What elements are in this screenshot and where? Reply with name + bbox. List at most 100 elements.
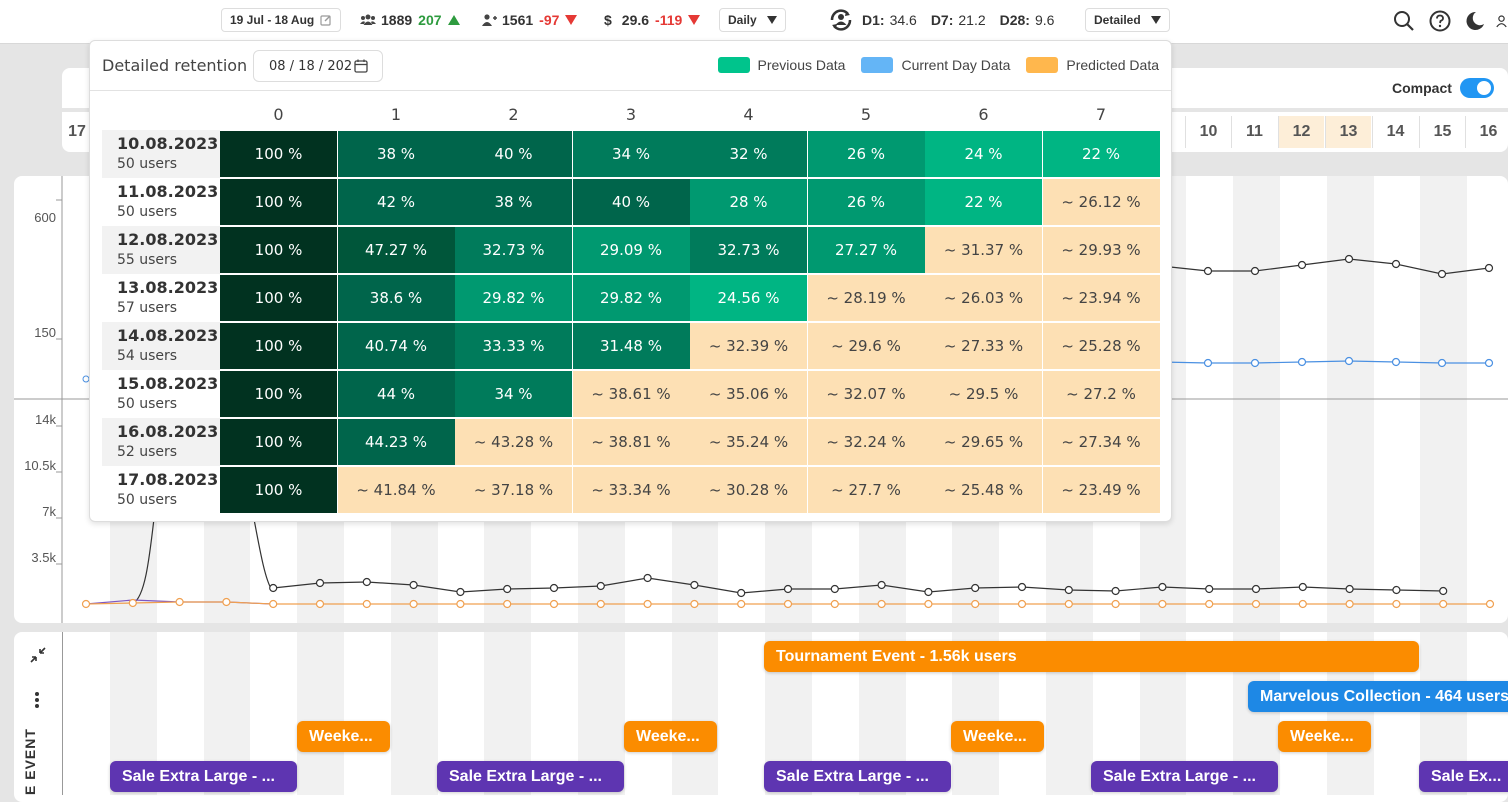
- day-tab[interactable]: 10: [1185, 116, 1231, 148]
- event-bar-purple[interactable]: Sale Extra Large - ...: [437, 761, 624, 792]
- retention-cell-predicted: ~ 37.18 %: [455, 467, 572, 513]
- series-bottom-orange-point: [456, 599, 465, 609]
- cohort-row-label: 14.08.2023 54 users: [102, 322, 220, 370]
- series-bottom-orange-point: [596, 599, 605, 609]
- cohort-row-label: 12.08.2023 55 users: [102, 226, 220, 274]
- profile-button[interactable]: [1495, 8, 1508, 34]
- retention-cell: 34 %: [455, 371, 572, 417]
- series-bottom-orange-point: [830, 599, 839, 609]
- series-bottom-black-point: [456, 587, 465, 597]
- trend-down-icon: [565, 15, 578, 25]
- series-bottom-orange-point: [128, 598, 137, 608]
- revenue-stat: $ 29.6 -119: [604, 8, 701, 32]
- retention-cell: 100 %: [220, 131, 337, 177]
- retention-cell-predicted: ~ 33.34 %: [572, 467, 690, 513]
- more-vertical-icon: [35, 692, 39, 708]
- collapse-button[interactable]: [28, 645, 48, 670]
- dark-mode-toggle[interactable]: [1462, 8, 1488, 34]
- events-axis: [62, 632, 63, 795]
- series-bottom-black-point: [503, 584, 512, 594]
- series-bottom-orange-point: [1064, 599, 1073, 609]
- retention-cell-predicted: ~ 27.34 %: [1042, 419, 1160, 465]
- series-bottom-black-point: [1439, 586, 1448, 596]
- users-icon: [360, 14, 376, 25]
- series-bottom-black-point: [269, 583, 278, 593]
- caret-down-icon: [1150, 16, 1161, 24]
- day-tab[interactable]: 16: [1465, 116, 1508, 148]
- event-bar-blue[interactable]: Marvelous Collection - 464 users: [1248, 681, 1508, 712]
- cohort-row-label: 15.08.2023 50 users: [102, 370, 220, 418]
- retention-cell-predicted: ~ 32.07 %: [807, 371, 925, 417]
- column-stripe: [390, 632, 438, 795]
- retention-date-input[interactable]: 08 / 18 / 202: [253, 50, 383, 82]
- series-bottom-orange-point: [362, 599, 371, 609]
- axis-tick-label: 7k: [42, 504, 56, 519]
- retention-cell: 31.48 %: [572, 323, 690, 369]
- series-bottom-black-point: [409, 580, 418, 590]
- retention-cell: 29.82 %: [572, 275, 690, 321]
- retention-cell-predicted: ~ 35.06 %: [690, 371, 807, 417]
- calendar-icon[interactable]: [354, 59, 368, 73]
- series-bottom-orange-point: [222, 597, 231, 607]
- series-bottom-orange-point: [409, 599, 418, 609]
- retention-cell: 47.27 %: [337, 227, 455, 273]
- retention-cell-predicted: ~ 25.28 %: [1042, 323, 1160, 369]
- legend-item-previous: Previous Data: [717, 57, 845, 73]
- series-bottom-black-point: [315, 578, 325, 588]
- granularity-select[interactable]: Daily: [719, 8, 786, 32]
- dollar-icon: $: [604, 12, 612, 28]
- series-bottom-black-point: [1205, 584, 1214, 594]
- series-top-blue-point: [1203, 358, 1213, 368]
- day-tab[interactable]: 17: [62, 116, 92, 148]
- series-bottom-orange-point: [1205, 599, 1214, 609]
- column-header: 6: [978, 105, 989, 124]
- retention-cell: 42 %: [337, 179, 455, 225]
- event-bar-purple[interactable]: Sale Extra Large - ...: [1091, 761, 1278, 792]
- day-tab[interactable]: 11: [1231, 116, 1277, 148]
- retention-cell: 33.33 %: [455, 323, 572, 369]
- column-stripe: [297, 632, 344, 795]
- help-button[interactable]: [1427, 8, 1453, 34]
- series-bottom-black-point: [971, 583, 980, 593]
- series-bottom-orange-point: [1158, 599, 1167, 609]
- event-bar-orange[interactable]: Weeke...: [951, 721, 1044, 752]
- retention-cell: 100 %: [220, 275, 337, 321]
- date-range-button[interactable]: 19 Jul - 18 Aug: [221, 8, 342, 32]
- more-options-button[interactable]: [33, 690, 41, 715]
- series-bottom-orange-point: [877, 599, 886, 609]
- retention-cell: 22 %: [1042, 131, 1160, 177]
- search-button[interactable]: [1391, 8, 1417, 34]
- retention-mode-select[interactable]: Detailed: [1085, 8, 1170, 32]
- day-tab[interactable]: 13: [1325, 116, 1371, 148]
- cohort-row-label: 11.08.2023 50 users: [102, 178, 220, 226]
- event-bar-purple[interactable]: Sale Extra Large - ...: [110, 761, 297, 792]
- series-bottom-black-point: [1251, 584, 1261, 594]
- compact-toggle[interactable]: Compact: [1392, 78, 1494, 98]
- caret-down-icon: [766, 16, 777, 24]
- retention-cell: 29.82 %: [455, 275, 572, 321]
- day-tab[interactable]: 12: [1278, 116, 1324, 148]
- event-bar-orange[interactable]: Tournament Event - 1.56k users: [764, 641, 1419, 672]
- series-bottom-orange-point: [503, 599, 512, 609]
- column-header: 4: [743, 105, 754, 124]
- day-tab[interactable]: 14: [1372, 116, 1418, 148]
- series-top-blue-point: [1250, 358, 1260, 368]
- column-header: 3: [625, 105, 637, 124]
- retention-cell-predicted: ~ 32.39 %: [690, 323, 807, 369]
- collapse-icon: [30, 647, 46, 663]
- series-top-black-point: [1203, 266, 1213, 276]
- event-bar-purple[interactable]: Sale Extra Large - ...: [764, 761, 951, 792]
- retention-cell-predicted: ~ 38.61 %: [572, 371, 690, 417]
- day-tab[interactable]: 15: [1419, 116, 1465, 148]
- series-bottom-orange-point: [971, 599, 980, 609]
- cohort-row-label: 10.08.2023 50 users: [102, 130, 220, 178]
- toggle-switch[interactable]: [1459, 78, 1494, 98]
- event-bar-orange[interactable]: Weeke...: [624, 721, 717, 752]
- series-top-black-point: [1484, 263, 1494, 273]
- events-section-label: E EVENT: [22, 728, 38, 795]
- event-bar-orange[interactable]: Weeke...: [297, 721, 390, 752]
- event-bar-purple[interactable]: Sale Ex...: [1419, 761, 1508, 792]
- retention-icon: [830, 9, 852, 31]
- event-bar-orange[interactable]: Weeke...: [1278, 721, 1371, 752]
- retention-stat: D1: 34.6 D7: 21.2 D28: 9.6: [828, 8, 1054, 32]
